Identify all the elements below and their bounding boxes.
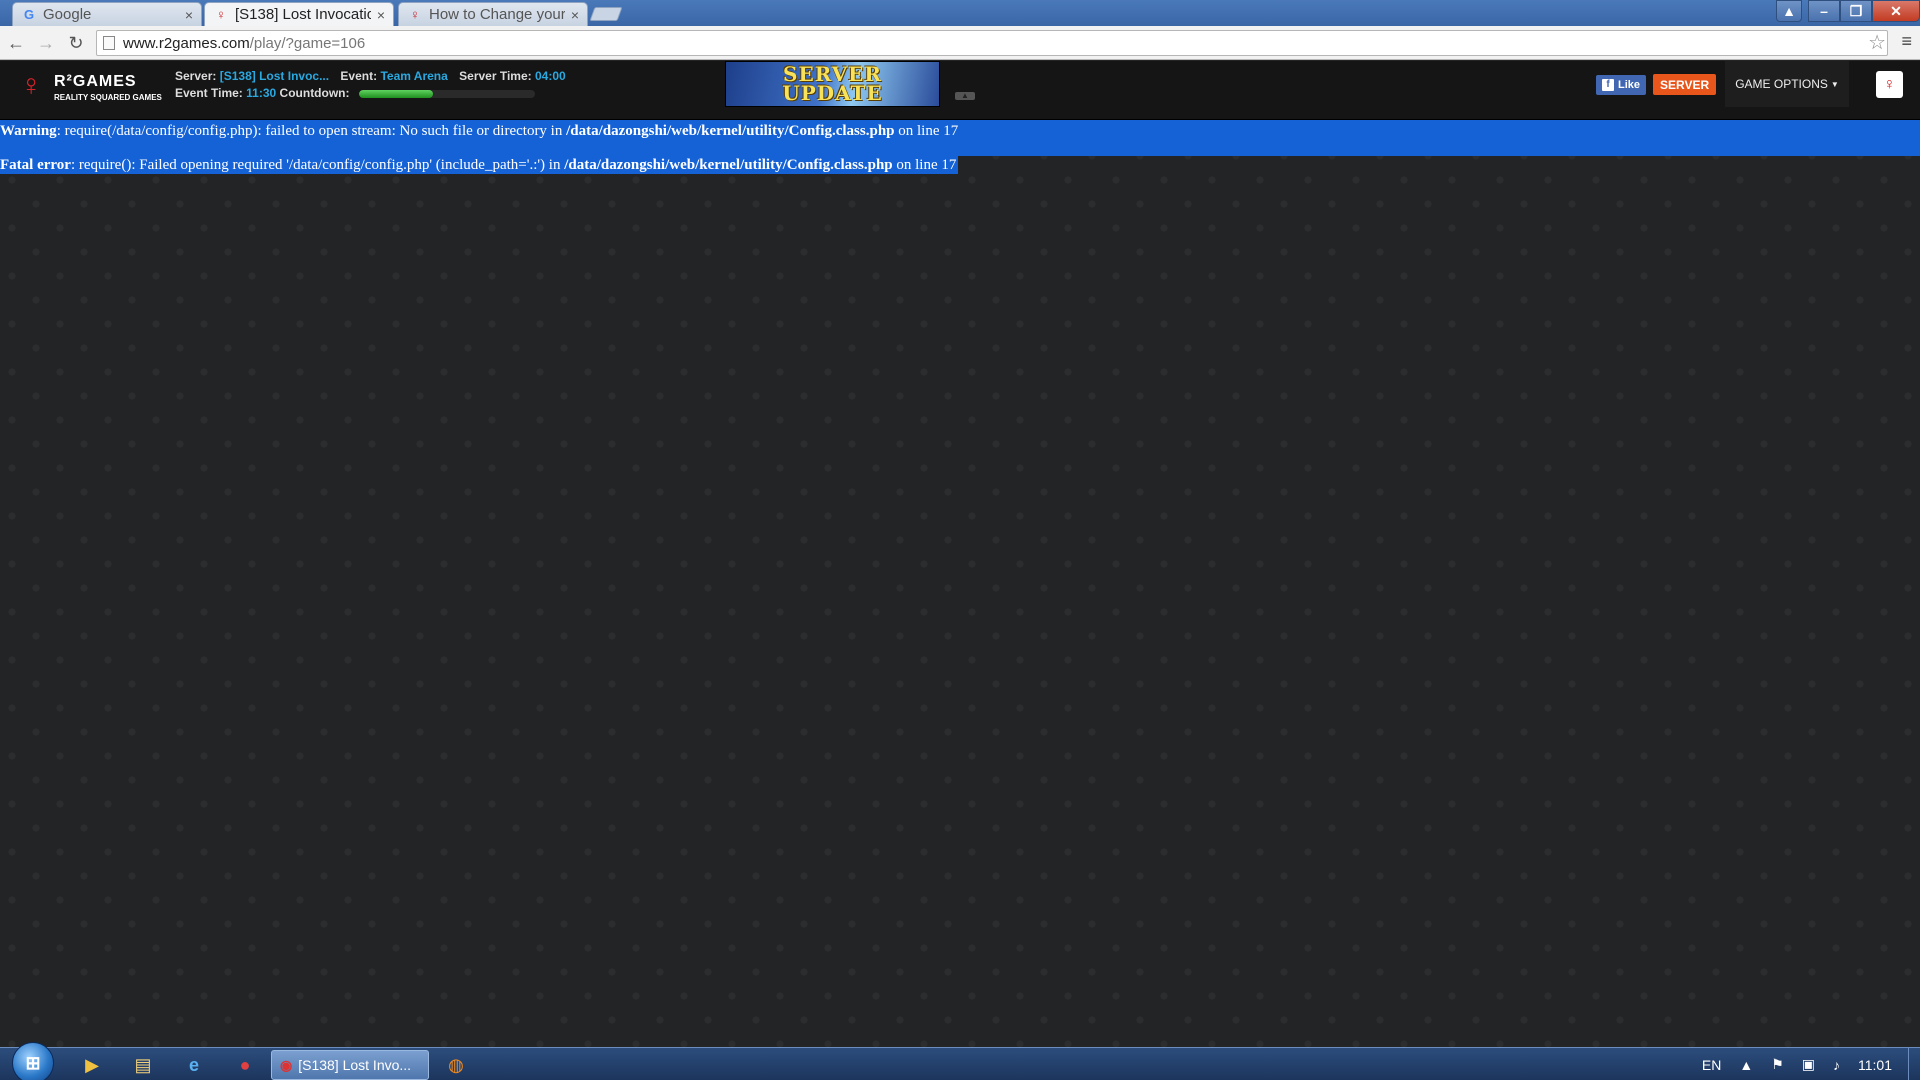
r2games-logo[interactable]: ♀ R²GAMES REALITY SQUARED GAMES [18,67,163,107]
file-explorer-icon[interactable]: ▤ [123,1052,163,1078]
address-bar[interactable]: www.r2games.com/play/?game=106 [96,30,1888,56]
language-indicator[interactable]: EN [1702,1057,1721,1073]
tab-title: How to Change your [429,6,565,23]
event-value: Team Arena [380,69,448,83]
close-window-button[interactable]: ✕ [1872,0,1920,22]
server-label: Server: [175,69,217,83]
countdown-label: Countdown: [279,86,350,100]
warning-text: : require(/data/config/config.php): fail… [56,123,567,139]
tab-close-icon[interactable]: × [185,7,193,23]
google-icon: G [23,7,35,22]
facebook-like-button[interactable]: f Like [1596,75,1647,95]
bookmark-star-icon[interactable]: ☆ [1868,30,1886,55]
fatal-text: : require(): Failed opening required '/d… [70,157,565,173]
game-options-button[interactable]: GAME OPTIONS ▼ [1725,61,1849,107]
window-controls: ▲ – ❐ ✕ [1776,0,1920,22]
logo-tagline: REALITY SQUARED GAMES [54,93,162,102]
maximize-button[interactable]: ❐ [1840,0,1872,22]
warning-file: /data/dazongshi/web/kernel/utility/Confi… [566,123,895,139]
r2-logo-icon: ♀ [18,69,41,102]
profile-icon[interactable]: ▲ [1776,0,1802,22]
r2games-icon: ♀ [216,7,226,22]
chrome-icon: ◉ [280,1056,293,1073]
event-label: Event: [340,69,378,83]
tray-expand-icon[interactable]: ▲ [1739,1057,1753,1073]
start-button[interactable]: ⊞ [12,1042,54,1080]
server-button[interactable]: SERVER [1653,74,1717,95]
server-info: Server: [S138] Lost Invoc... Event: Team… [175,68,566,102]
media-player-icon[interactable]: ▶ [72,1052,112,1078]
clock[interactable]: 11:01 [1858,1057,1892,1073]
internet-explorer-icon[interactable]: e [174,1052,214,1078]
countdown-fill [358,89,433,98]
volume-icon[interactable]: ♪ [1833,1057,1840,1073]
server-time-label: Server Time: [459,69,532,83]
action-center-flag-icon[interactable]: ⚑ [1771,1056,1784,1073]
new-tab-button[interactable] [589,7,623,21]
user-account-icon[interactable]: ♀ [1876,71,1903,98]
taskbar-chrome-task[interactable]: ◉ [S138] Lost Invo... [271,1050,429,1080]
show-desktop-button[interactable] [1908,1048,1920,1080]
url-host: www.r2games.com [123,34,250,52]
fatal-suffix: on line [892,157,942,173]
countdown-progress-bar [358,89,535,98]
fatal-file: /data/dazongshi/web/kernel/utility/Confi… [564,157,893,173]
minimize-button[interactable]: – [1808,0,1840,22]
tab-close-icon[interactable]: × [571,7,579,23]
r2games-icon: ♀ [410,7,420,22]
tab-lost-invocation[interactable]: ♀ [S138] Lost Invocatio × [204,2,394,26]
server-value[interactable]: [S138] Lost Invoc... [220,69,329,83]
event-time-label: Event Time: [175,86,243,100]
server-time-value: 04:00 [535,69,566,83]
network-icon[interactable]: ▣ [1802,1056,1815,1073]
page-icon [103,36,115,50]
logo-brand: R²GAMES [54,73,137,90]
game-content-area: Warning: require(/data/config/config.php… [0,120,1920,1047]
tab-google[interactable]: G Google × [12,2,202,26]
browser-title-bar: G Google × ♀ [S138] Lost Invocatio × ♀ H… [0,0,1920,26]
tab-how-to-change[interactable]: ♀ How to Change your × [398,2,588,26]
game-options-label: GAME OPTIONS [1735,77,1828,91]
tab-title: Google [43,6,92,23]
warning-label: Warning [0,123,57,139]
reload-button[interactable]: ↻ [62,29,90,57]
warning-suffix: on line [894,123,944,139]
forward-button[interactable]: → [32,29,60,57]
fatal-error-message: Fatal error: require(): Failed opening r… [0,156,959,174]
menu-icon[interactable]: ≡ [1901,31,1912,52]
fb-like-label: Like [1618,79,1641,91]
tab-close-icon[interactable]: × [377,7,385,23]
back-button[interactable]: ← [2,29,30,57]
banner-line-2: UPDATE [782,81,883,105]
system-tray: EN ▲ ⚑ ▣ ♪ 11:01 [1702,1048,1920,1080]
collapse-header-button[interactable]: ▲ [955,92,975,100]
facebook-icon: f [1602,79,1614,91]
url-path: /play/?game=106 [249,34,366,52]
chevron-down-icon: ▼ [1830,79,1839,89]
firefox-icon[interactable]: ◍ [436,1052,476,1078]
fatal-label: Fatal error [0,157,71,173]
server-update-banner[interactable]: SERVER UPDATE [725,61,940,107]
browser-toolbar: ← → ↻ www.r2games.com/play/?game=106 ☆ ≡ [0,26,1920,60]
windows-taskbar: ⊞ ▶ ▤ e ● ◉ [S138] Lost Invo... ◍ EN ▲ ⚑… [0,1042,1920,1080]
taskbar-task-label: [S138] Lost Invo... [298,1057,412,1073]
r2games-app-icon[interactable]: ● [225,1052,265,1078]
warning-line: 17 [943,123,959,139]
tab-title: [S138] Lost Invocatio [235,6,371,23]
warning-message: Warning: require(/data/config/config.php… [0,120,1920,156]
event-time-value: 11:30 [246,86,277,100]
game-header: ♀ R²GAMES REALITY SQUARED GAMES Server: … [0,61,1920,120]
fatal-line: 17 [941,157,957,173]
